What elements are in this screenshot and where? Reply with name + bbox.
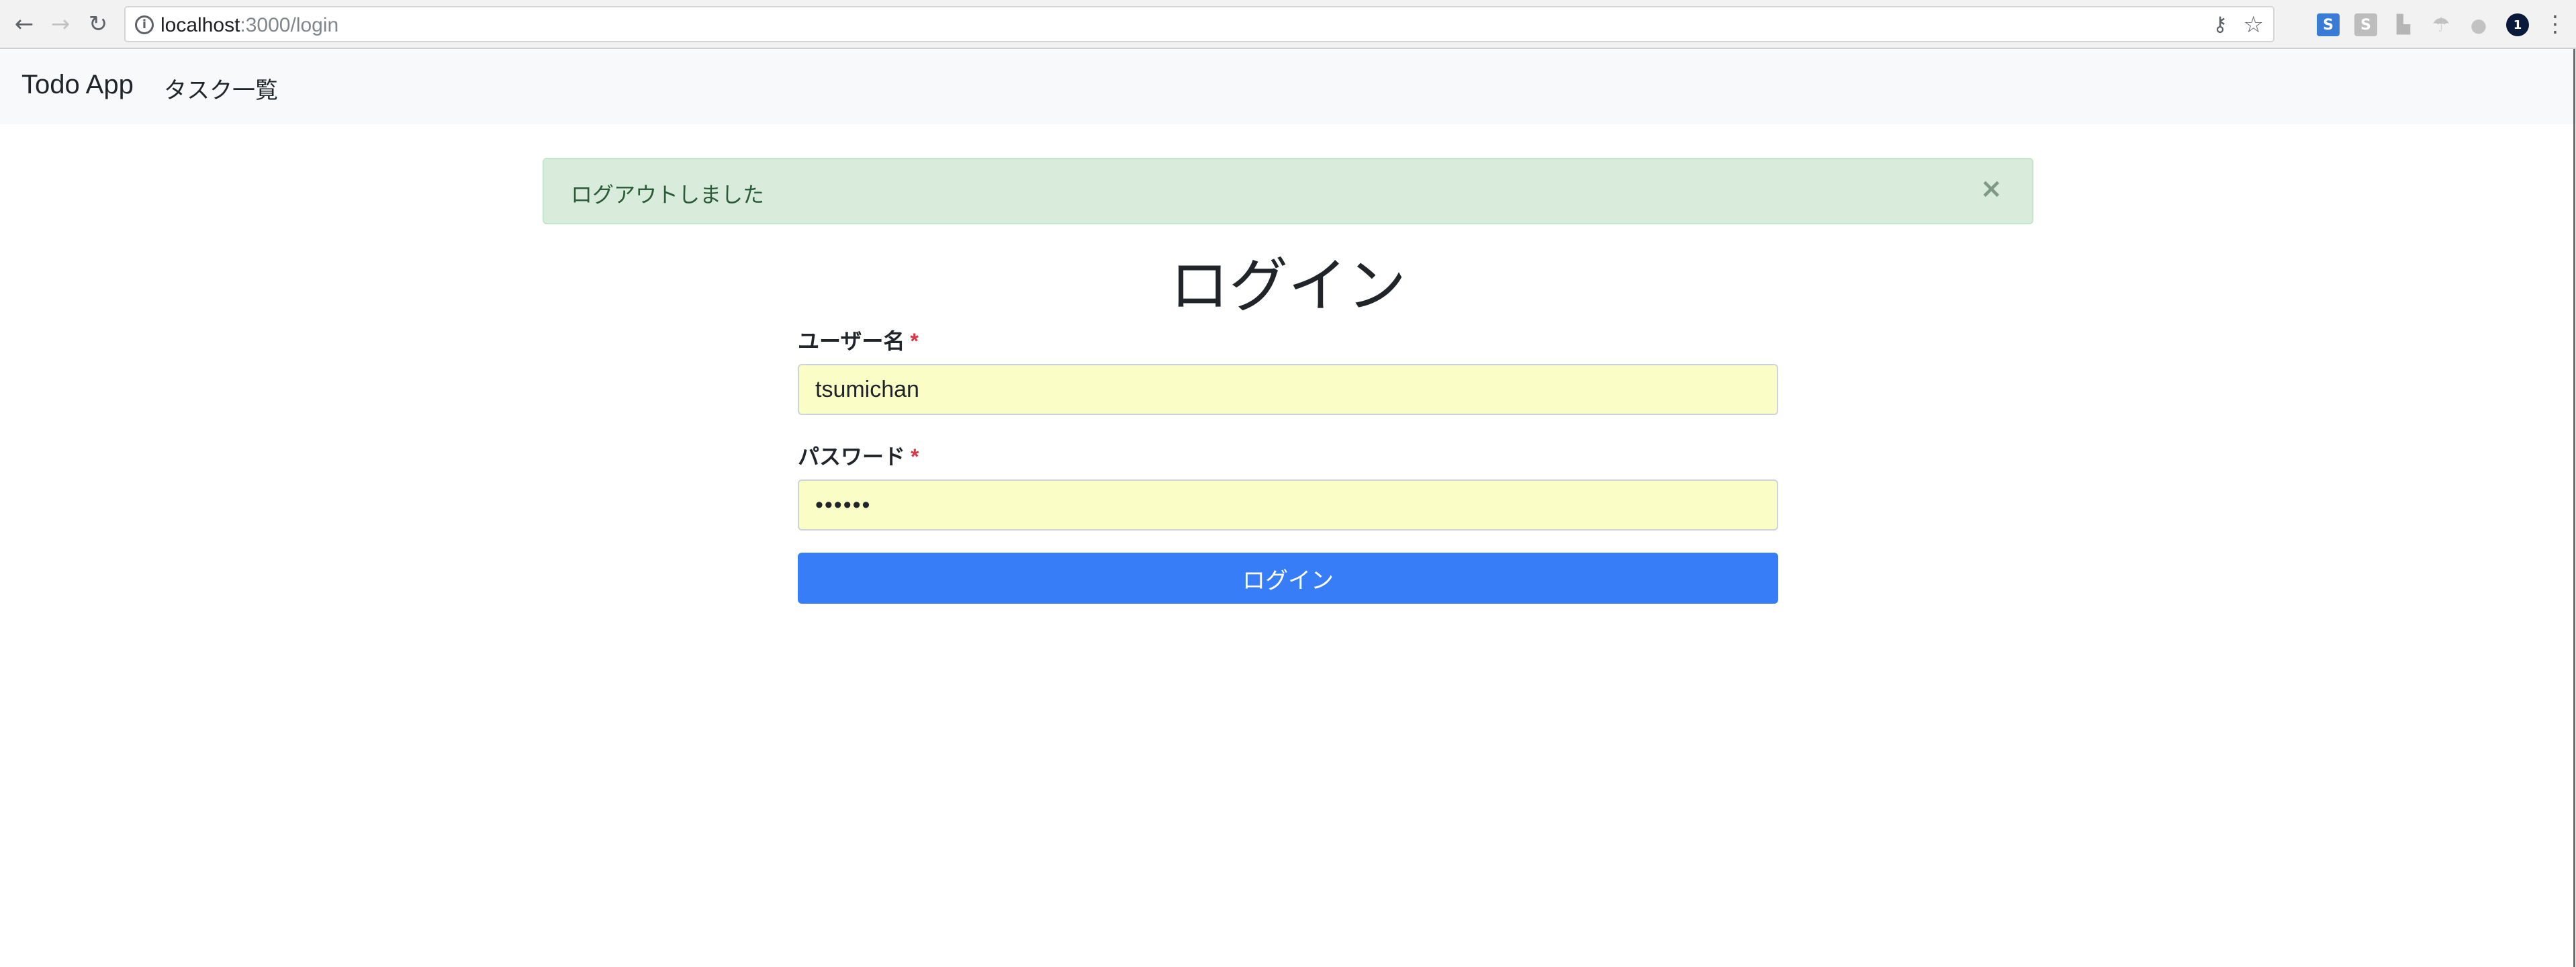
page-title: ログイン (1169, 252, 1406, 319)
password-label: パスワード * (798, 440, 919, 471)
info-icon[interactable]: i (135, 15, 154, 34)
password-input[interactable] (798, 479, 1778, 531)
url-text[interactable]: localhost:3000/login (160, 14, 338, 37)
extension-umbrella-icon[interactable]: ☂ (2430, 13, 2452, 37)
star-icon[interactable]: ☆ (2244, 11, 2264, 38)
extension-s-gray-icon[interactable]: S (2354, 13, 2377, 36)
app-navbar: Todo App タスク一覧 (0, 50, 2576, 124)
login-button[interactable]: ログイン (798, 553, 1778, 604)
required-mark: * (911, 445, 919, 469)
key-icon[interactable]: ⚷ (2213, 13, 2227, 36)
password-label-text: パスワード (798, 445, 906, 469)
url-host: localhost (160, 14, 240, 36)
required-mark: * (910, 329, 919, 353)
browser-toolbar: ← → ↻ i localhost:3000/login ⚷ ☆ S S ▙ ☂… (0, 0, 2576, 49)
username-input[interactable] (798, 364, 1778, 415)
nav-link-task-list[interactable]: タスク一覧 (164, 72, 278, 105)
address-bar[interactable]: i localhost:3000/login ⚷ ☆ (124, 6, 2274, 42)
close-icon[interactable]: × (1980, 175, 2003, 202)
alert-message: ログアウトしました (571, 183, 765, 207)
extension-factory-icon[interactable]: ▙ (2392, 13, 2415, 36)
forward-arrow-icon[interactable]: → (44, 8, 77, 40)
kebab-menu-icon[interactable]: ⋮ (2544, 9, 2567, 39)
flash-alert: ログアウトしました × (543, 158, 2033, 224)
extension-bulb-icon[interactable]: ● (2467, 13, 2490, 36)
url-path: :3000/login (240, 14, 339, 36)
username-label: ユーザー名 * (798, 324, 919, 355)
reload-icon[interactable]: ↻ (82, 8, 114, 40)
profile-badge-icon[interactable]: 1 (2506, 13, 2529, 36)
extension-s-blue-icon[interactable]: S (2317, 13, 2340, 36)
brand-link[interactable]: Todo App (21, 70, 134, 100)
username-label-text: ユーザー名 (798, 329, 905, 353)
window-edge-divider (2573, 49, 2575, 967)
back-arrow-icon[interactable]: ← (8, 8, 40, 40)
